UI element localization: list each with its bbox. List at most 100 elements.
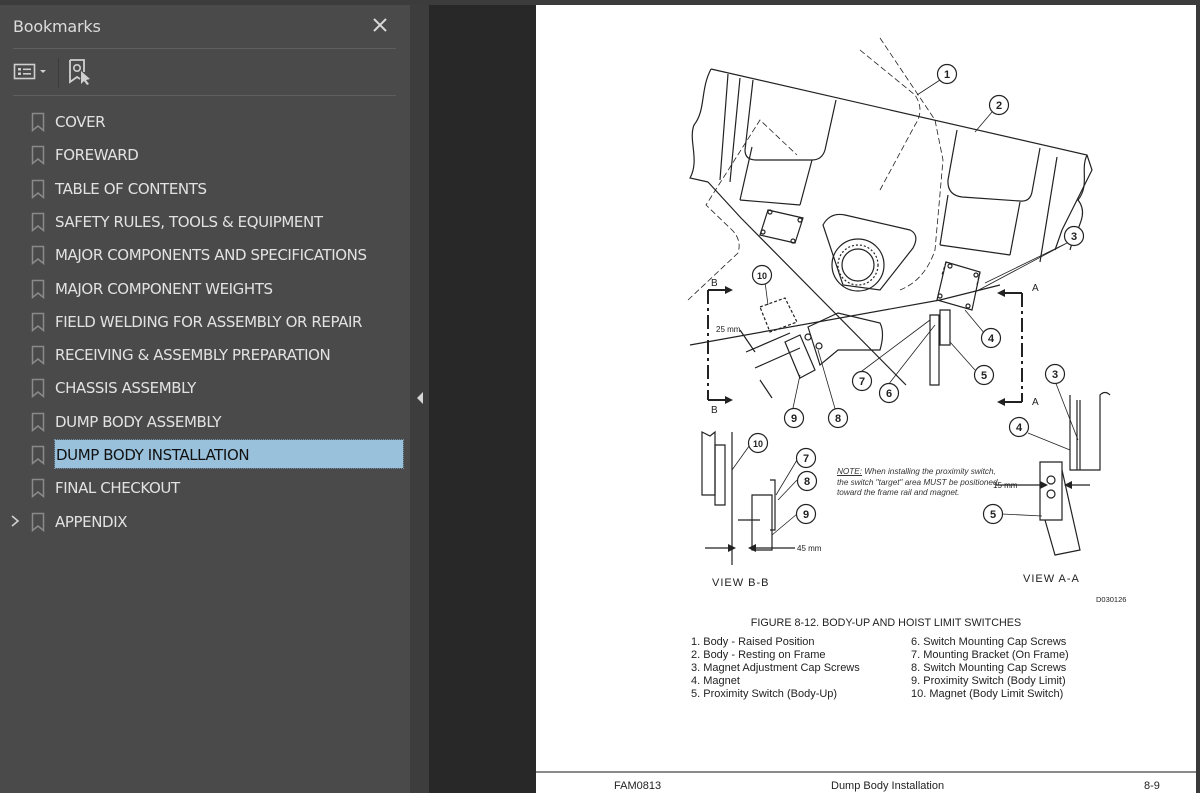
note-label: NOTE: <box>837 467 863 476</box>
list-options-icon <box>13 63 46 80</box>
callout-number: 10 <box>757 271 767 281</box>
panel-divider <box>13 48 396 49</box>
bookmark-icon <box>31 146 45 166</box>
bookmark-icon <box>31 312 45 332</box>
bookmark-item[interactable]: APPENDIX <box>0 507 410 536</box>
chevron-right-icon[interactable] <box>9 514 21 528</box>
callout-number: 7 <box>803 453 809 465</box>
section-b-bottom: B <box>711 405 718 416</box>
callout-number: 5 <box>981 370 987 382</box>
bookmark-options-button[interactable] <box>13 61 49 83</box>
legend-item: 1. Body - Raised Position <box>691 636 815 648</box>
bookmark-item[interactable]: DUMP BODY ASSEMBLY <box>0 407 410 436</box>
document-page: 1 2 3 3 4 4 5 5 6 7 7 8 8 9 9 10 10 B B A A 25 mm 45 mm … <box>536 5 1196 793</box>
bookmark-icon <box>31 245 45 266</box>
bookmark-label: TABLE OF CONTENTS <box>55 179 207 198</box>
bookmark-item[interactable]: CHASSIS ASSEMBLY <box>0 373 410 402</box>
bookmark-item[interactable]: MAJOR COMPONENT WEIGHTS <box>0 274 410 303</box>
bookmark-item[interactable]: MAJOR COMPONENTS AND SPECIFICATIONS <box>0 240 410 269</box>
callout-number: 7 <box>859 376 865 388</box>
close-icon <box>373 18 387 32</box>
section-a-bottom: A <box>1032 397 1039 408</box>
dimension-45mm: 45 mm <box>797 544 822 553</box>
callout-number: 9 <box>791 413 797 425</box>
bookmark-label: DUMP BODY INSTALLATION <box>56 446 250 464</box>
bookmark-label: FOREWARD <box>55 146 139 165</box>
bookmark-icon <box>31 179 45 199</box>
bookmark-label: MAJOR COMPONENT WEIGHTS <box>55 279 273 298</box>
section-a-top: A <box>1032 283 1039 294</box>
view-aa-label: VIEW A-A <box>1023 573 1080 585</box>
footer-doc-id: FAM0813 <box>614 780 662 792</box>
footer-page-number: 8-9 <box>1144 780 1160 792</box>
bookmark-label: DUMP BODY ASSEMBLY <box>55 412 222 431</box>
legend-item: 9. Proximity Switch (Body Limit) <box>911 675 1066 687</box>
callout-number: 3 <box>1052 369 1058 381</box>
figure-note: NOTE: When installing the proximity swit… <box>837 467 1007 499</box>
callout-number: 2 <box>996 100 1002 112</box>
legend-item: 6. Switch Mounting Cap Screws <box>911 636 1067 648</box>
bookmark-label: SAFETY RULES, TOOLS & EQUIPMENT <box>55 212 323 231</box>
callout-number: 3 <box>1071 231 1077 243</box>
collapse-panel-button[interactable] <box>415 391 425 405</box>
bookmark-icon <box>31 479 45 499</box>
close-panel-button[interactable] <box>369 14 391 36</box>
callout-number: 5 <box>990 509 996 521</box>
bookmark-item[interactable]: FOREWARD <box>0 140 410 169</box>
bookmark-item[interactable]: TABLE OF CONTENTS <box>0 174 410 203</box>
callout-number: 4 <box>988 333 995 345</box>
figure-title: FIGURE 8-12. BODY-UP AND HOIST LIMIT SWI… <box>750 617 1022 629</box>
drawing-id: D030126 <box>1096 595 1126 604</box>
callout-number: 10 <box>753 439 763 449</box>
bookmark-item[interactable]: SAFETY RULES, TOOLS & EQUIPMENT <box>0 207 410 236</box>
legend-item: 5. Proximity Switch (Body-Up) <box>691 688 838 700</box>
section-b-top: B <box>711 278 718 289</box>
callout-number: 6 <box>886 388 892 400</box>
bookmark-label: APPENDIX <box>55 512 128 531</box>
bookmark-item[interactable]: DUMP BODY INSTALLATION <box>0 439 410 469</box>
legend-item: 3. Magnet Adjustment Cap Screws <box>691 662 860 674</box>
toolbar-divider <box>13 95 396 96</box>
callout-number: 4 <box>1016 422 1023 434</box>
callout-number: 9 <box>803 509 809 521</box>
bookmark-icon <box>31 279 45 299</box>
bookmark-item[interactable]: COVER <box>0 107 410 136</box>
bookmark-icon <box>31 112 45 132</box>
panel-title: Bookmarks <box>13 17 101 36</box>
footer-section: Dump Body Installation <box>831 780 945 792</box>
toolbar-separator <box>58 58 59 88</box>
bookmark-icon <box>31 345 45 366</box>
bookmark-label: FIELD WELDING FOR ASSEMBLY OR REPAIR <box>55 312 363 331</box>
callout-number: 8 <box>835 413 841 425</box>
callout-number: 1 <box>944 69 950 81</box>
page-edge <box>1196 5 1200 793</box>
find-current-bookmark-icon <box>69 59 90 85</box>
callout-number: 8 <box>804 476 810 488</box>
bookmark-item[interactable]: FIELD WELDING FOR ASSEMBLY OR REPAIR <box>0 307 410 336</box>
bookmark-item[interactable]: RECEIVING & ASSEMBLY PREPARATION <box>0 340 410 369</box>
bookmark-icon <box>31 212 45 232</box>
collapse-left-icon <box>417 392 423 404</box>
legend-item: 10. Magnet (Body Limit Switch) <box>911 688 1064 700</box>
legend-item: 2. Body - Resting on Frame <box>691 649 826 661</box>
legend-item: 4. Magnet <box>691 675 740 687</box>
note-text: When installing the proximity switch, th… <box>837 467 998 497</box>
bookmarks-panel: Bookmarks COVER FOREWARD TABLE OF CONTENTS… <box>0 5 410 793</box>
figure-diagram: 1233445567788991010 B B A A 25 mm 45 mm … <box>687 37 1126 604</box>
bookmark-icon <box>31 512 45 532</box>
bookmark-icon <box>31 445 45 465</box>
find-current-bookmark-button[interactable] <box>68 58 94 86</box>
bookmark-label: FINAL CHECKOUT <box>55 479 180 498</box>
bookmark-label: CHASSIS ASSEMBLY <box>55 379 196 398</box>
dimension-25mm: 25 mm <box>716 325 741 334</box>
bookmark-item[interactable]: FINAL CHECKOUT <box>0 473 410 502</box>
bookmark-label: RECEIVING & ASSEMBLY PREPARATION <box>55 346 331 365</box>
bookmark-label: MAJOR COMPONENTS AND SPECIFICATIONS <box>55 246 367 265</box>
view-bb-label: VIEW B-B <box>712 577 770 589</box>
page-footer-rule <box>536 771 1196 773</box>
figure-legend-right: 6. Switch Mounting Cap Screws 7. Mounting… <box>911 636 1069 701</box>
bookmark-label: COVER <box>55 113 106 131</box>
bookmark-icon <box>31 412 45 432</box>
legend-item: 7. Mounting Bracket (On Frame) <box>911 649 1069 661</box>
figure-legend-left: 1. Body - Raised Position 2. Body - Resti… <box>691 636 860 701</box>
